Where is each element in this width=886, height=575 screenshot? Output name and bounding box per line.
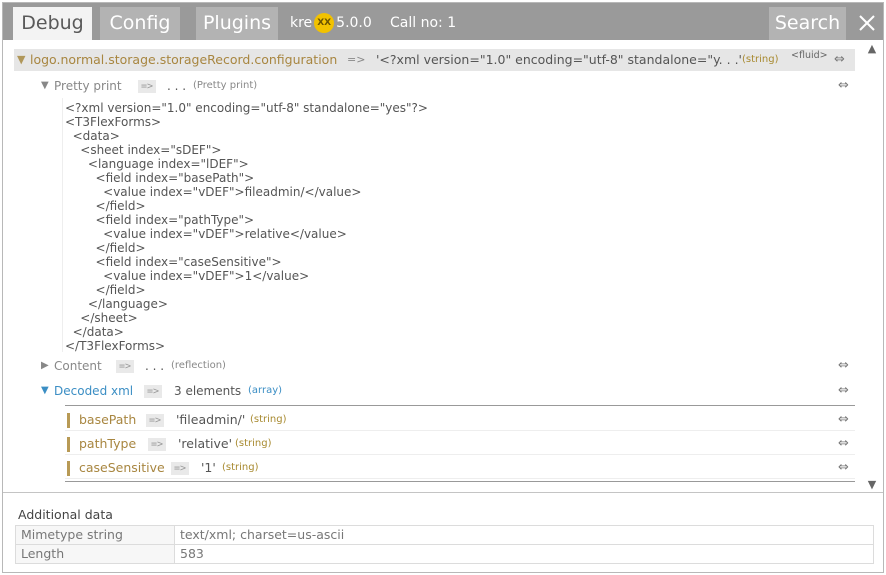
code-line: </field> bbox=[65, 199, 146, 213]
brand-badge: XX bbox=[314, 13, 335, 33]
type-label: (string) bbox=[250, 414, 287, 425]
arrow-symbol: => bbox=[116, 360, 135, 373]
list-item[interactable]: basePath => 'fileadmin/' (string) ⇔ bbox=[65, 410, 855, 431]
version-label: 5.0.0 bbox=[336, 15, 372, 31]
expand-toggle-icon[interactable]: ⇔ bbox=[838, 410, 849, 430]
expanded-triangle-icon: ▼ bbox=[41, 385, 49, 396]
arrow-symbol: => bbox=[146, 414, 165, 427]
decoded-xml-row[interactable]: ▼ Decoded xml => 3 elements (array) ⇔ bbox=[41, 381, 855, 401]
additional-data-title: Additional data bbox=[18, 507, 113, 522]
tab-plugins[interactable]: Plugins bbox=[196, 7, 278, 40]
element-name: pathType bbox=[79, 436, 137, 451]
brand-logo: kre XX 5.0.0 bbox=[290, 13, 372, 33]
additional-data-table: Mimetype string text/xml; charset=us-asc… bbox=[15, 525, 874, 564]
pretty-print-label: Pretty print bbox=[54, 79, 122, 93]
variable-path: logo.normal.storage.storageRecord.config… bbox=[30, 52, 338, 67]
code-line: </data> bbox=[65, 325, 124, 339]
search-button[interactable]: Search bbox=[769, 7, 846, 40]
table-value: 583 bbox=[174, 544, 874, 564]
arrow-symbol: => bbox=[148, 438, 167, 451]
krexx-debug-window: Debug Config Plugins kre XX 5.0.0 Call no:… bbox=[2, 2, 884, 573]
marker-bar bbox=[67, 461, 70, 476]
list-item[interactable]: pathType => 'relative' (string) ⇔ bbox=[65, 434, 855, 455]
element-name: basePath bbox=[79, 412, 137, 427]
code-line: </language> bbox=[65, 297, 168, 311]
scroll-up-icon[interactable]: ▲ bbox=[865, 42, 879, 55]
code-line: <data> bbox=[65, 129, 120, 143]
hint-label: (Pretty print) bbox=[193, 80, 258, 91]
type-label: (string) bbox=[235, 438, 272, 449]
code-line: </T3FlexForms> bbox=[65, 339, 166, 353]
element-value: 'relative' bbox=[178, 436, 233, 451]
divider bbox=[65, 481, 855, 482]
element-value: 'fileadmin/' bbox=[176, 412, 246, 427]
code-line: </sheet> bbox=[65, 311, 138, 325]
element-name: caseSensitive bbox=[79, 460, 165, 475]
expand-toggle-icon[interactable]: ⇔ bbox=[838, 434, 849, 454]
fluid-tag: <fluid> bbox=[791, 50, 828, 61]
content-row[interactable]: ▶ Content => . . . (reflection) ⇔ bbox=[41, 356, 855, 376]
ellipsis: . . . bbox=[145, 359, 165, 373]
variable-value: '<?xml version="1.0" encoding="utf-8" st… bbox=[376, 52, 742, 67]
code-line: <value index="vDEF">fileadmin/</value> bbox=[65, 185, 362, 199]
call-number: Call no: 1 bbox=[390, 15, 457, 31]
scroll-down-icon[interactable]: ▼ bbox=[865, 478, 879, 491]
table-row: Length 583 bbox=[15, 544, 874, 564]
close-icon[interactable] bbox=[854, 9, 880, 37]
table-key: Length bbox=[15, 544, 175, 564]
type-label: (string) bbox=[742, 54, 779, 65]
expand-toggle-icon[interactable]: ⇔ bbox=[834, 49, 845, 71]
code-line: <language index="lDEF"> bbox=[65, 157, 249, 171]
code-line: <field index="basePath"> bbox=[65, 171, 255, 185]
code-line: <value index="vDEF">1</value> bbox=[65, 269, 310, 283]
expand-toggle-icon[interactable]: ⇔ bbox=[838, 381, 849, 401]
ellipsis: . . . bbox=[167, 79, 187, 93]
additional-data-panel: Additional data Mimetype string text/xml… bbox=[3, 492, 883, 572]
code-line: <?xml version="1.0" encoding="utf-8" sta… bbox=[65, 101, 428, 115]
pretty-print-code: <?xml version="1.0" encoding="utf-8" sta… bbox=[62, 98, 856, 353]
code-line: <sheet index="sDEF"> bbox=[65, 143, 222, 157]
table-row: Mimetype string text/xml; charset=us-asc… bbox=[15, 525, 874, 545]
type-label: (array) bbox=[248, 385, 283, 396]
debug-output: ▲ ▼ logo.normal.storage.storageRecord.co… bbox=[3, 40, 883, 492]
configuration-row[interactable]: ▼ logo.normal.storage.storageRecord.conf… bbox=[14, 49, 855, 71]
table-value: text/xml; charset=us-ascii bbox=[174, 525, 874, 545]
content-label: Content bbox=[54, 359, 102, 373]
hint-label: (reflection) bbox=[171, 360, 226, 371]
expanded-triangle-icon: ▼ bbox=[41, 80, 49, 91]
tab-config[interactable]: Config bbox=[100, 7, 180, 40]
marker-bar bbox=[67, 437, 70, 452]
code-line: </field> bbox=[65, 241, 146, 255]
marker-bar bbox=[67, 413, 70, 428]
divider bbox=[65, 405, 855, 406]
decoded-xml-label: Decoded xml bbox=[54, 384, 134, 398]
code-line: <T3FlexForms> bbox=[65, 115, 162, 129]
expand-toggle-icon[interactable]: ⇔ bbox=[838, 76, 849, 96]
arrow-symbol: => bbox=[347, 53, 366, 66]
arrow-symbol: => bbox=[138, 80, 157, 93]
expand-toggle-icon[interactable]: ⇔ bbox=[838, 356, 849, 376]
type-label: (string) bbox=[222, 462, 259, 473]
collapsed-triangle-icon: ▶ bbox=[41, 360, 49, 371]
expanded-triangle-icon: ▼ bbox=[17, 53, 26, 66]
arrow-symbol: => bbox=[144, 385, 163, 398]
table-key: Mimetype string bbox=[15, 525, 175, 545]
header-bar: Debug Config Plugins kre XX 5.0.0 Call no:… bbox=[3, 3, 883, 40]
code-line: </field> bbox=[65, 283, 146, 297]
element-count: 3 elements bbox=[174, 384, 242, 398]
code-line: <field index="pathType"> bbox=[65, 213, 255, 227]
brand-prefix: kre bbox=[290, 15, 313, 31]
tab-debug[interactable]: Debug bbox=[13, 7, 92, 40]
list-item[interactable]: caseSensitive => '1' (string) ⇔ bbox=[65, 458, 855, 479]
pretty-print-row[interactable]: ▼ Pretty print => . . . (Pretty print) ⇔ bbox=[41, 76, 855, 96]
expand-toggle-icon[interactable]: ⇔ bbox=[838, 458, 849, 478]
element-value: '1' bbox=[201, 460, 216, 475]
arrow-symbol: => bbox=[171, 462, 190, 475]
code-line: <field index="caseSensitive"> bbox=[65, 255, 282, 269]
code-line: <value index="vDEF">relative</value> bbox=[65, 227, 347, 241]
